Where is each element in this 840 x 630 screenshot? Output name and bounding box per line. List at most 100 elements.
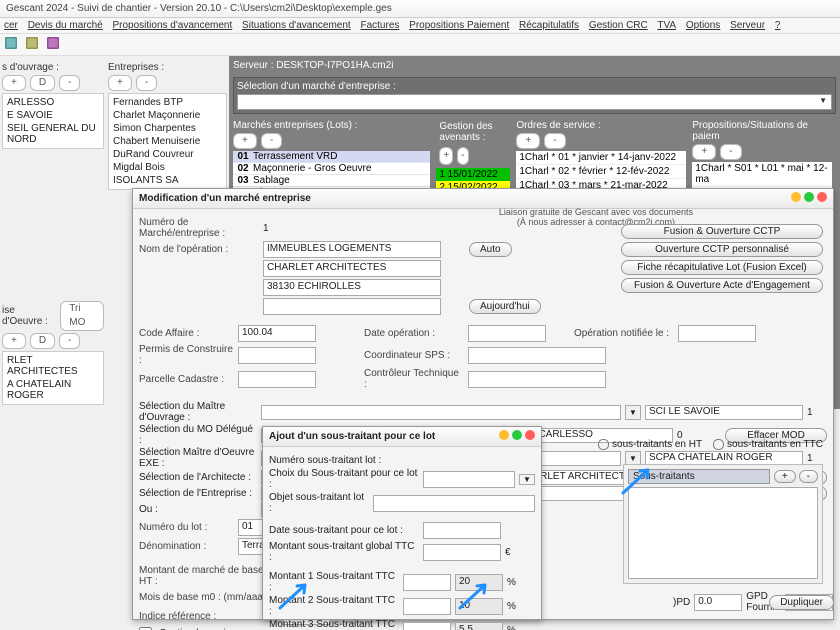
operation-input[interactable]: CHARLET ARCHITECTES [263, 260, 441, 277]
remove-button[interactable]: - [136, 75, 157, 91]
add-st-button[interactable]: + [774, 470, 796, 483]
fiche-recap-button[interactable]: Fiche récapitulative Lot (Fusion Excel) [621, 260, 823, 275]
m3a-input[interactable] [403, 622, 451, 630]
remove-button[interactable]: - [457, 147, 468, 165]
list-item[interactable]: ARLESSO [5, 96, 101, 109]
table-row[interactable]: 1Charl * 02 * février * 12-fév-2022 [516, 165, 686, 179]
today-button[interactable]: Aujourd'hui [469, 299, 541, 314]
minimize-icon[interactable] [791, 192, 801, 202]
operation-input[interactable]: IMMEUBLES LOGEMENTS [263, 241, 441, 258]
menu-item[interactable]: Serveur [730, 20, 765, 31]
add-button[interactable]: + [108, 75, 132, 91]
list-item[interactable]: Charlet Maçonnerie [111, 109, 224, 122]
menu-item[interactable]: ? [775, 20, 781, 31]
add-button[interactable]: + [516, 133, 540, 149]
menu-item[interactable]: Récapitulatifs [519, 20, 579, 31]
table-row[interactable]: 1Charl * 01 * janvier * 14-janv-2022 [516, 151, 686, 165]
add-button[interactable]: + [233, 133, 257, 149]
dropdown-icon[interactable]: ▼ [519, 474, 535, 485]
menu-item[interactable]: Situations d'avancement [242, 20, 351, 31]
remove-st-button[interactable]: - [799, 470, 818, 483]
list-item[interactable]: ISOLANTS SA [111, 174, 224, 187]
d-button[interactable]: D [30, 75, 55, 91]
list-item[interactable]: Simon Charpentes [111, 122, 224, 135]
auto-button[interactable]: Auto [469, 242, 512, 257]
ctrl-tech-label: Contrôleur Technique : [364, 368, 464, 390]
list-item[interactable]: Chabert Menuiserie [111, 135, 224, 148]
menu-item[interactable]: TVA [657, 20, 676, 31]
add-button[interactable]: + [692, 144, 716, 160]
menu-item[interactable]: Gestion CRC [589, 20, 648, 31]
montant-global-label: Montant sous-traitant global TTC : [269, 541, 419, 563]
dropdown-icon[interactable]: ▼ [625, 405, 641, 420]
objet-st-input[interactable] [373, 495, 535, 512]
m2a-input[interactable] [403, 598, 451, 615]
toolbar-icon[interactable] [4, 42, 22, 53]
toolbar-icon[interactable] [25, 42, 43, 53]
add-button[interactable]: + [2, 75, 26, 91]
list-item[interactable]: RLET ARCHITECTES [5, 354, 101, 378]
remove-button[interactable]: - [720, 144, 741, 160]
ctrl-tech-input[interactable] [468, 371, 606, 388]
annotation-arrow-icon [618, 465, 658, 495]
list-item[interactable]: SEIL GENERAL DU NORD [5, 122, 101, 146]
toolbar-icon[interactable] [46, 42, 64, 53]
remove-button[interactable]: - [544, 133, 565, 149]
add-button[interactable]: + [439, 147, 453, 165]
gpd-label: )PD [673, 597, 690, 608]
list-item[interactable]: A CHATELAIN ROGER [5, 378, 101, 402]
ouverture-cctp-button[interactable]: Ouverture CCTP personnalisé [621, 242, 823, 257]
oeuvre-list[interactable]: RLET ARCHITECTES A CHATELAIN ROGER [2, 351, 104, 405]
num-marche-label: Numéro de Marché/entreprise : [139, 217, 259, 239]
date-st-input[interactable] [423, 522, 501, 539]
radio-ttc[interactable] [713, 439, 724, 450]
permis-input[interactable] [238, 347, 316, 364]
m1a-input[interactable] [403, 574, 451, 591]
operation-input[interactable]: 38130 ECHIROLLES [263, 279, 441, 296]
parcelle-input[interactable] [238, 371, 316, 388]
code-affaire-input[interactable]: 100.04 [238, 325, 316, 342]
tri-mo-button[interactable]: Tri MO [60, 301, 104, 331]
op-notif-input[interactable] [678, 325, 756, 342]
maximize-icon[interactable] [804, 192, 814, 202]
date-op-input[interactable] [468, 325, 546, 342]
close-icon[interactable] [817, 192, 827, 202]
remove-button[interactable]: - [261, 133, 282, 149]
d-button[interactable]: D [30, 333, 55, 349]
sel-mo-input[interactable] [261, 405, 621, 420]
remove-button[interactable]: - [59, 333, 80, 349]
ordres-table[interactable]: 1Charl * 01 * janvier * 14-janv-2022 1Ch… [516, 151, 686, 193]
menu-item[interactable]: Propositions d'avancement [113, 20, 233, 31]
minimize-icon[interactable] [499, 430, 509, 440]
menu-item[interactable]: Options [686, 20, 720, 31]
add-button[interactable]: + [2, 333, 26, 349]
menu-item[interactable]: Propositions Paiement [409, 20, 509, 31]
menu-item[interactable]: cer [4, 20, 18, 31]
dupliquer-button[interactable]: Dupliquer [769, 595, 834, 610]
avenant-row[interactable]: 1 15/01/2022 [436, 168, 510, 181]
operation-input[interactable] [263, 298, 441, 315]
gpd-input[interactable]: 0.0 [694, 594, 742, 611]
m3-pct-input[interactable]: 5.5 [455, 622, 503, 630]
sel-entreprise-dropdown[interactable] [237, 94, 832, 110]
fusion-cctp-button[interactable]: Fusion & Ouverture CCTP [621, 224, 823, 239]
list-item[interactable]: Migdal Bois [111, 161, 224, 174]
entreprises-list[interactable]: Fernandes BTP Charlet Maçonnerie Simon C… [108, 93, 227, 190]
radio-ht[interactable] [598, 439, 609, 450]
list-item[interactable]: Fernandes BTP [111, 96, 224, 109]
table-row[interactable]: 1Charl * S01 * L01 * mai * 12-ma [692, 162, 832, 187]
remove-button[interactable]: - [59, 75, 80, 91]
menu-item[interactable]: Devis du marché [28, 20, 103, 31]
coord-sps-input[interactable] [468, 347, 606, 364]
list-item[interactable]: E SAVOIE [5, 109, 101, 122]
montant-global-input[interactable] [423, 544, 501, 561]
ouvrage-list[interactable]: ARLESSO E SAVOIE SEIL GENERAL DU NORD [2, 93, 104, 149]
menu-item[interactable]: Factures [360, 20, 399, 31]
dialog-title: Ajout d'un sous-traitant pour ce lot [269, 431, 435, 442]
fusion-acte-button[interactable]: Fusion & Ouverture Acte d'Engagement [621, 278, 823, 293]
maximize-icon[interactable] [512, 430, 522, 440]
sous-traitants-list[interactable] [628, 487, 818, 579]
choix-st-input[interactable] [423, 471, 515, 488]
list-item[interactable]: DuRand Couvreur [111, 148, 224, 161]
close-icon[interactable] [525, 430, 535, 440]
